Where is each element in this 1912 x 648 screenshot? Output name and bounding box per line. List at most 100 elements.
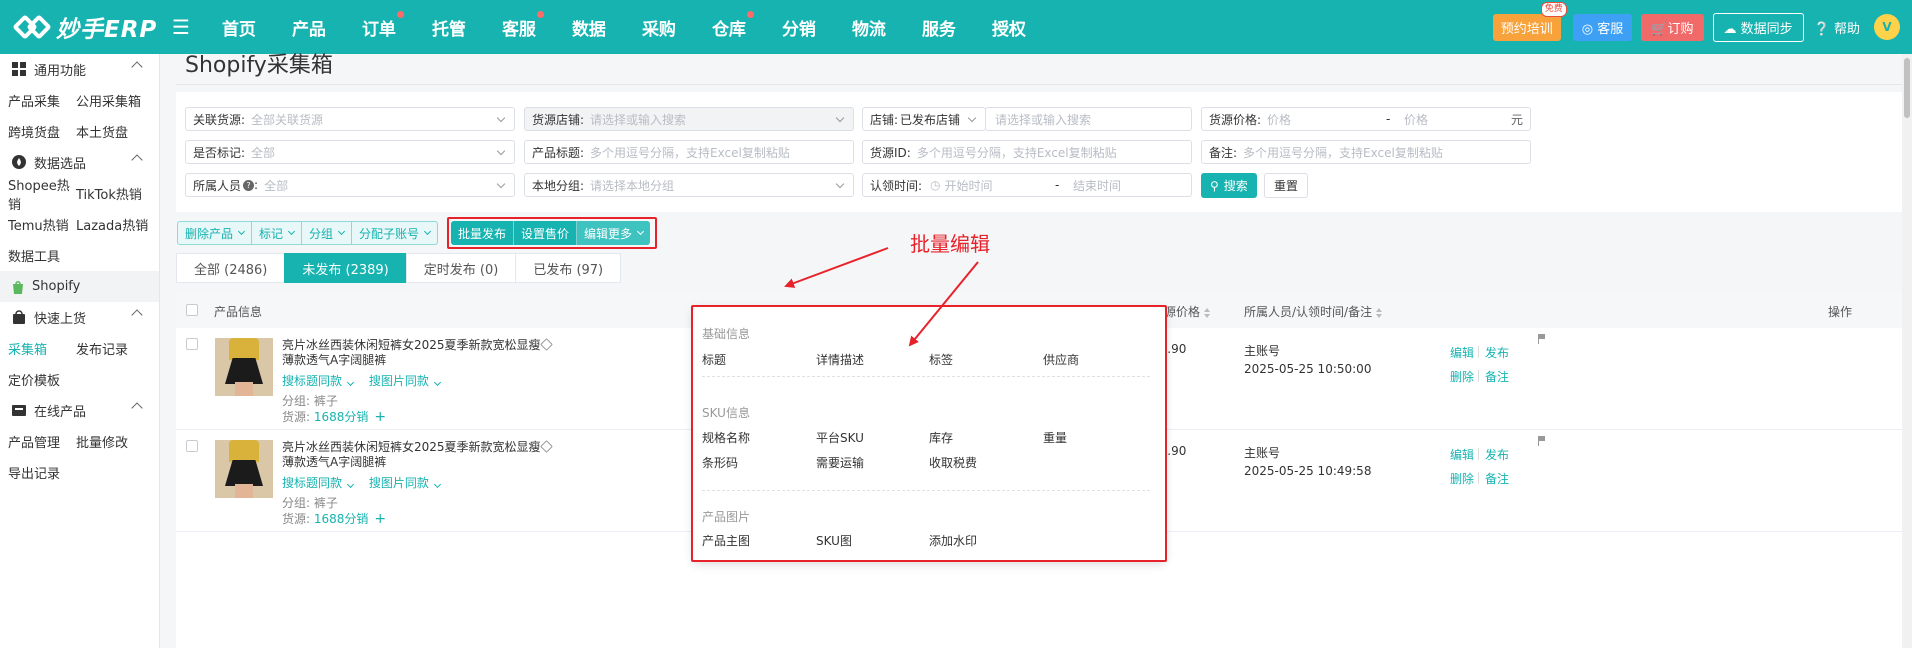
source-link[interactable]: 1688分销 [314, 512, 369, 526]
add-icon[interactable]: + [374, 409, 386, 425]
publish-link[interactable]: 发布 [1485, 344, 1509, 361]
product-title[interactable]: 亮片冰丝西装休闲短裤女2025夏季新款宽松显瘦薄款透气A字阔腿裤 [282, 338, 542, 368]
customer-service-button[interactable]: ◎ 客服 [1572, 13, 1633, 41]
search-title-link[interactable]: 搜标题同款 [282, 374, 355, 388]
flag-icon[interactable] [1538, 334, 1546, 344]
remark-link[interactable]: 备注 [1485, 368, 1509, 385]
sidebar-item-batch-modify[interactable]: 批量修改 [76, 432, 128, 451]
avatar[interactable]: V [1874, 14, 1900, 40]
flag-icon[interactable] [1538, 436, 1546, 446]
source-link[interactable]: 1688分销 [314, 410, 369, 424]
sidebar-item-data-tools[interactable]: 数据工具 [0, 240, 159, 271]
chevron-down-icon [835, 179, 845, 189]
main-nav: 首页 产品 订单 托管 客服 数据 采购 仓库 分销 物流 服务 授权 [204, 10, 1044, 40]
nav-purchase[interactable]: 采购 [624, 15, 694, 40]
local-group-select[interactable]: 本地分组: 请选择本地分组 [524, 173, 854, 197]
sidebar-item-price-template[interactable]: 定价模板 [0, 364, 159, 395]
data-sync-button[interactable]: ☁ 数据同步 [1712, 12, 1804, 42]
add-icon[interactable]: + [374, 511, 386, 527]
menu-toggle-icon[interactable]: ☰ [172, 15, 190, 39]
sidebar-item-lazada-hot[interactable]: Lazada热销 [76, 215, 148, 234]
price-max-input[interactable]: 价格 [1404, 111, 1428, 128]
edit-link[interactable]: 编辑 [1450, 446, 1474, 463]
sidebar-item-collect[interactable]: 产品采集 [0, 91, 76, 110]
remark-link[interactable]: 备注 [1485, 470, 1509, 487]
sidebar-group-data-select[interactable]: 数据选品 [0, 147, 159, 178]
start-time-input[interactable]: 开始时间 [945, 177, 993, 194]
store-search-input[interactable]: 请选择或输入搜索 [985, 107, 1192, 131]
tab-unpublished[interactable]: 未发布 (2389) [284, 253, 406, 283]
nav-product[interactable]: 产品 [274, 15, 344, 40]
tab-scheduled[interactable]: 定时发布 (0) [405, 253, 516, 283]
sidebar-item-tiktok-hot[interactable]: TikTok热销 [76, 184, 142, 203]
delete-link[interactable]: 删除 [1450, 368, 1474, 385]
assign-sub-account-button[interactable]: 分配子账号 [352, 222, 437, 244]
source-store-select[interactable]: 货源店铺: 请选择或输入搜索 [524, 107, 854, 131]
search-image-link[interactable]: 搜图片同款 [369, 476, 441, 490]
logo[interactable]: 妙手ERP [0, 10, 170, 44]
source-id-input[interactable]: 货源ID: 多个用逗号分隔，支持Excel复制粘贴 [862, 140, 1192, 164]
source-price-range[interactable]: 货源价格: 价格 - 价格 元 [1201, 107, 1531, 131]
sidebar-item-local[interactable]: 本土货盘 [76, 122, 128, 141]
product-thumbnail[interactable] [215, 338, 273, 396]
group-button[interactable]: 分组 [302, 222, 353, 244]
edit-icon[interactable] [540, 338, 553, 351]
delete-product-button[interactable]: 删除产品 [178, 222, 253, 244]
publish-link[interactable]: 发布 [1485, 446, 1509, 463]
tab-all[interactable]: 全部 (2486) [176, 253, 285, 283]
related-source-select[interactable]: 关联货源: 全部关联货源 [185, 107, 515, 131]
store-status-select[interactable]: 店铺: 已发布店铺 [862, 107, 986, 131]
sidebar-item-shopee-hot[interactable]: Shopee热销 [0, 175, 76, 213]
sidebar-item-publish-record[interactable]: 发布记录 [76, 339, 128, 358]
nav-warehouse[interactable]: 仓库 [694, 10, 764, 40]
edit-link[interactable]: 编辑 [1450, 344, 1474, 361]
mark-button[interactable]: 标记 [252, 222, 303, 244]
col-owner[interactable]: 所属人员/认领时间/备注 [1244, 303, 1383, 320]
scrollbar-thumb[interactable] [1904, 58, 1910, 118]
claim-time-range[interactable]: 认领时间: ◷ 开始时间 - 结束时间 [862, 173, 1192, 197]
nav-service[interactable]: 客服 [484, 10, 554, 40]
sidebar-item-product-manage[interactable]: 产品管理 [0, 432, 76, 451]
row-checkbox[interactable] [186, 338, 198, 350]
delete-link[interactable]: 删除 [1450, 470, 1474, 487]
nav-hosting[interactable]: 托管 [414, 15, 484, 40]
price-min-input[interactable]: 价格 [1267, 111, 1291, 128]
chevron-down-icon [346, 480, 355, 489]
nav-data[interactable]: 数据 [554, 15, 624, 40]
marked-select[interactable]: 是否标记: 全部 [185, 140, 515, 164]
sidebar-group-online-product[interactable]: 在线产品 [0, 395, 159, 426]
nav-home[interactable]: 首页 [204, 15, 274, 40]
product-title[interactable]: 亮片冰丝西装休闲短裤女2025夏季新款宽松显瘦薄款透气A字阔腿裤 [282, 440, 542, 470]
sidebar-item-public-box[interactable]: 公用采集箱 [76, 91, 141, 110]
sidebar-item-collect-box[interactable]: 采集箱 [0, 339, 76, 358]
help-link[interactable]: ❔ 帮助 [1814, 18, 1860, 37]
scrollbar[interactable] [1902, 54, 1912, 648]
edit-icon[interactable] [540, 440, 553, 453]
remark-input[interactable]: 备注: 多个用逗号分隔，支持Excel复制粘贴 [1201, 140, 1531, 164]
sidebar-group-general[interactable]: 通用功能 [0, 54, 159, 85]
end-time-input[interactable]: 结束时间 [1073, 177, 1121, 194]
sidebar-item-shopify[interactable]: Shopify [0, 271, 159, 302]
sidebar-item-cross-border[interactable]: 跨境货盘 [0, 122, 76, 141]
book-training-button[interactable]: 预约培训 免费 [1492, 1, 1567, 41]
row-checkbox[interactable] [186, 440, 198, 452]
sidebar-group-quick-listing[interactable]: 快速上货 [0, 302, 159, 333]
nav-authorization[interactable]: 授权 [974, 15, 1044, 40]
chevron-down-icon [496, 146, 506, 156]
search-title-link[interactable]: 搜标题同款 [282, 476, 355, 490]
select-all-checkbox[interactable] [186, 304, 198, 316]
subscribe-button[interactable]: 🛒订购 [1641, 13, 1704, 41]
product-thumbnail[interactable] [215, 440, 273, 498]
nav-logistics[interactable]: 物流 [834, 15, 904, 40]
product-title-input[interactable]: 产品标题: 多个用逗号分隔，支持Excel复制粘贴 [524, 140, 854, 164]
nav-distribution[interactable]: 分销 [764, 15, 834, 40]
owner-select[interactable]: 所属人员?: 全部 [185, 173, 515, 197]
reset-button[interactable]: 重置 [1264, 173, 1309, 198]
sidebar-item-temu-hot[interactable]: Temu热销 [0, 215, 76, 234]
tab-published[interactable]: 已发布 (97) [515, 253, 622, 283]
search-button[interactable]: ⚲ 搜索 [1201, 173, 1257, 198]
nav-services[interactable]: 服务 [904, 15, 974, 40]
nav-order[interactable]: 订单 [344, 10, 414, 40]
search-image-link[interactable]: 搜图片同款 [369, 374, 441, 388]
sidebar-item-export-record[interactable]: 导出记录 [0, 457, 159, 488]
